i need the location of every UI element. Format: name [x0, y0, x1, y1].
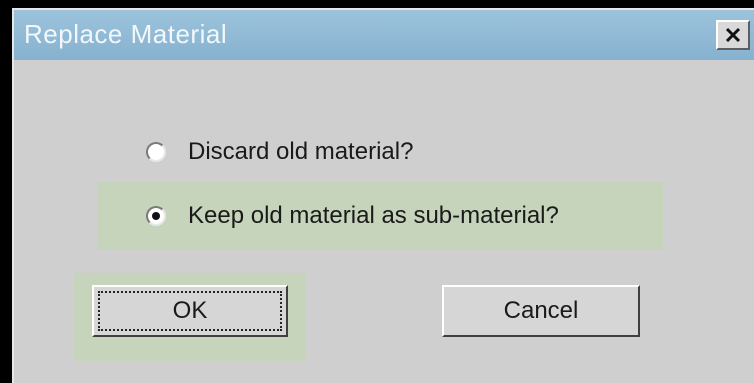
- discard-option-label: Discard old material?: [188, 138, 414, 165]
- ok-button-label: OK: [172, 297, 208, 324]
- discard-option[interactable]: Discard old material?: [146, 132, 413, 172]
- ok-button[interactable]: OK: [92, 285, 288, 337]
- close-button[interactable]: [716, 20, 750, 50]
- cancel-button[interactable]: Cancel: [442, 285, 640, 337]
- keep-radio[interactable]: [146, 206, 166, 226]
- discard-radio[interactable]: [146, 142, 166, 162]
- close-icon: [725, 27, 741, 43]
- keep-option[interactable]: Keep old material as sub-material?: [146, 196, 559, 236]
- cancel-button-label: Cancel: [503, 297, 579, 324]
- title-bar[interactable]: Replace Material: [14, 10, 754, 60]
- replace-material-dialog: Replace Material Discard old material? K…: [12, 8, 754, 383]
- dialog-content: Discard old material? Keep old material …: [14, 60, 754, 383]
- dialog-title: Replace Material: [24, 19, 228, 49]
- keep-option-label: Keep old material as sub-material?: [188, 202, 559, 229]
